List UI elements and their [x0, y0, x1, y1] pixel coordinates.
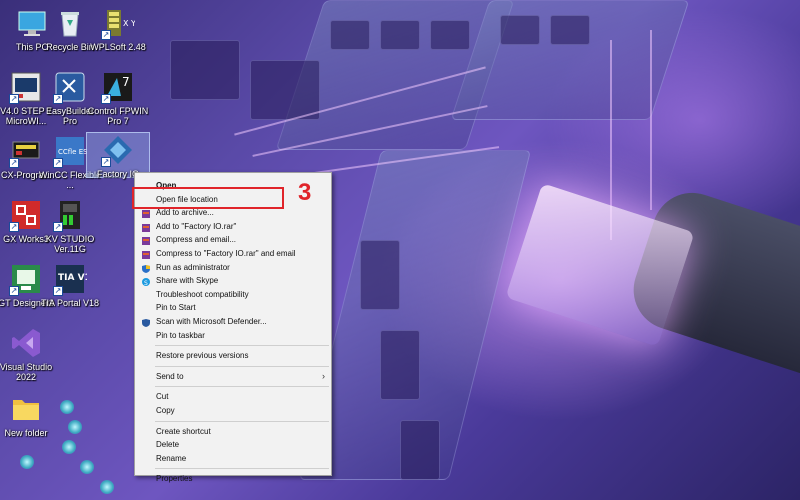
menu-item-compress-to-rar-email[interactable]: Compress to "Factory IO.rar" and email — [135, 247, 331, 261]
menu-separator — [155, 386, 329, 388]
desktop-icon-label: Control FPWIN Pro 7 — [87, 106, 149, 126]
fpwin-glyph-text: 7 — [122, 75, 130, 89]
desktop-icon-wplsoft[interactable]: X Y ↗ WPLSoft 2.48 — [86, 6, 150, 52]
menu-item-cut[interactable]: Cut — [135, 390, 331, 404]
menu-item-label: Restore previous versions — [156, 351, 249, 361]
fpwin-icon: 7 ↗ — [101, 70, 135, 104]
desktop-icon-visual-studio[interactable]: Visual Studio 2022 — [0, 326, 58, 382]
wplsoft-icon: X Y ↗ — [101, 6, 136, 40]
menu-item-label: Compress and email... — [156, 235, 237, 245]
menu-item-pin-start[interactable]: Pin to Start — [135, 301, 331, 315]
menu-item-label: Add to archive... — [156, 208, 214, 218]
menu-item-pin-taskbar[interactable]: Pin to taskbar — [135, 329, 331, 343]
desktop-icon-kv-studio[interactable]: ↗ KV STUDIO Ver.11G — [38, 198, 102, 254]
desktop-icon-new-folder[interactable]: New folder — [0, 392, 58, 438]
menu-item-label: Delete — [156, 440, 180, 450]
menu-item-add-to-rar[interactable]: Add to "Factory IO.rar" — [135, 220, 331, 234]
winrar-icon — [142, 209, 150, 219]
desktop-icon-label: KV STUDIO Ver.11G — [45, 234, 95, 254]
shield-icon — [142, 264, 150, 273]
kv-studio-icon: ↗ — [53, 198, 87, 232]
menu-separator — [155, 365, 329, 367]
folder-icon — [9, 392, 43, 426]
menu-item-label: Send to — [156, 371, 184, 381]
wplsoft-glyph-text: X Y — [123, 19, 135, 28]
tia-portal-icon: TIA V18 ↗ — [53, 262, 97, 296]
menu-item-label: Rename — [156, 453, 187, 463]
desktop-icon-label: Visual Studio 2022 — [0, 362, 53, 382]
menu-item-run-as-admin[interactable]: Run as administrator — [135, 261, 331, 275]
menu-item-send-to[interactable]: Send to › — [135, 370, 331, 384]
factory-io-icon: ↗ — [101, 133, 135, 167]
desktop-icon-label: New folder — [4, 428, 48, 438]
menu-item-create-shortcut[interactable]: Create shortcut — [135, 425, 331, 439]
menu-item-label: Create shortcut — [156, 426, 211, 436]
menu-item-compress-and-email[interactable]: Compress and email... — [135, 233, 331, 247]
menu-item-copy[interactable]: Copy — [135, 404, 331, 418]
winrar-icon — [142, 250, 150, 259]
menu-separator — [155, 468, 329, 470]
menu-item-label: Pin to Start — [156, 303, 196, 313]
menu-item-label: Run as administrator — [156, 262, 230, 272]
menu-item-label: Copy — [156, 405, 175, 415]
winrar-icon — [142, 236, 150, 246]
menu-item-label: Troubleshoot compatibility — [156, 289, 249, 299]
menu-item-rename[interactable]: Rename — [135, 452, 331, 466]
step-number: 3 — [298, 179, 312, 206]
skype-icon: S — [142, 277, 150, 287]
wincc-icon: CCfle ES ↗ — [53, 134, 88, 168]
menu-item-scan-defender[interactable]: Scan with Microsoft Defender... — [135, 315, 331, 329]
menu-separator — [155, 420, 329, 422]
menu-item-label: Properties — [156, 474, 193, 484]
menu-item-troubleshoot[interactable]: Troubleshoot compatibility — [135, 288, 331, 302]
visual-studio-icon — [9, 326, 43, 360]
menu-item-label: Compress to "Factory IO.rar" and email — [156, 248, 296, 258]
recycle-bin-icon — [53, 6, 87, 40]
menu-item-share-skype[interactable]: S Share with Skype — [135, 274, 331, 288]
defender-icon — [142, 318, 150, 327]
winrar-icon — [142, 223, 150, 232]
highlight-box — [132, 187, 284, 209]
menu-item-label: Cut — [156, 392, 169, 402]
menu-item-label: Share with Skype — [156, 276, 219, 286]
desktop-icon-tia-portal[interactable]: TIA V18 ↗ TIA Portal V18 — [38, 262, 102, 308]
menu-item-properties[interactable]: Properties — [135, 472, 331, 486]
svg-text:S: S — [144, 280, 148, 286]
desktop-icon-label: TIA Portal V18 — [40, 298, 100, 308]
menu-separator — [155, 345, 329, 347]
chevron-right-icon: › — [322, 370, 325, 381]
desktop-icon-label: WPLSoft 2.48 — [90, 42, 146, 52]
menu-item-label: Pin to taskbar — [156, 330, 205, 340]
context-menu: Open Open file location Add to archive..… — [134, 172, 332, 483]
menu-item-restore-versions[interactable]: Restore previous versions — [135, 349, 331, 363]
wincc-glyph-text: CCfle ES — [58, 148, 87, 156]
easybuilder-icon: ↗ — [53, 70, 87, 104]
menu-item-label: Add to "Factory IO.rar" — [156, 221, 237, 231]
menu-item-delete[interactable]: Delete — [135, 438, 331, 452]
menu-item-label: Scan with Microsoft Defender... — [156, 316, 267, 326]
tia-portal-glyph-text: TIA V18 — [58, 273, 87, 283]
desktop-icon-fpwin[interactable]: 7 ↗ Control FPWIN Pro 7 — [86, 70, 150, 126]
